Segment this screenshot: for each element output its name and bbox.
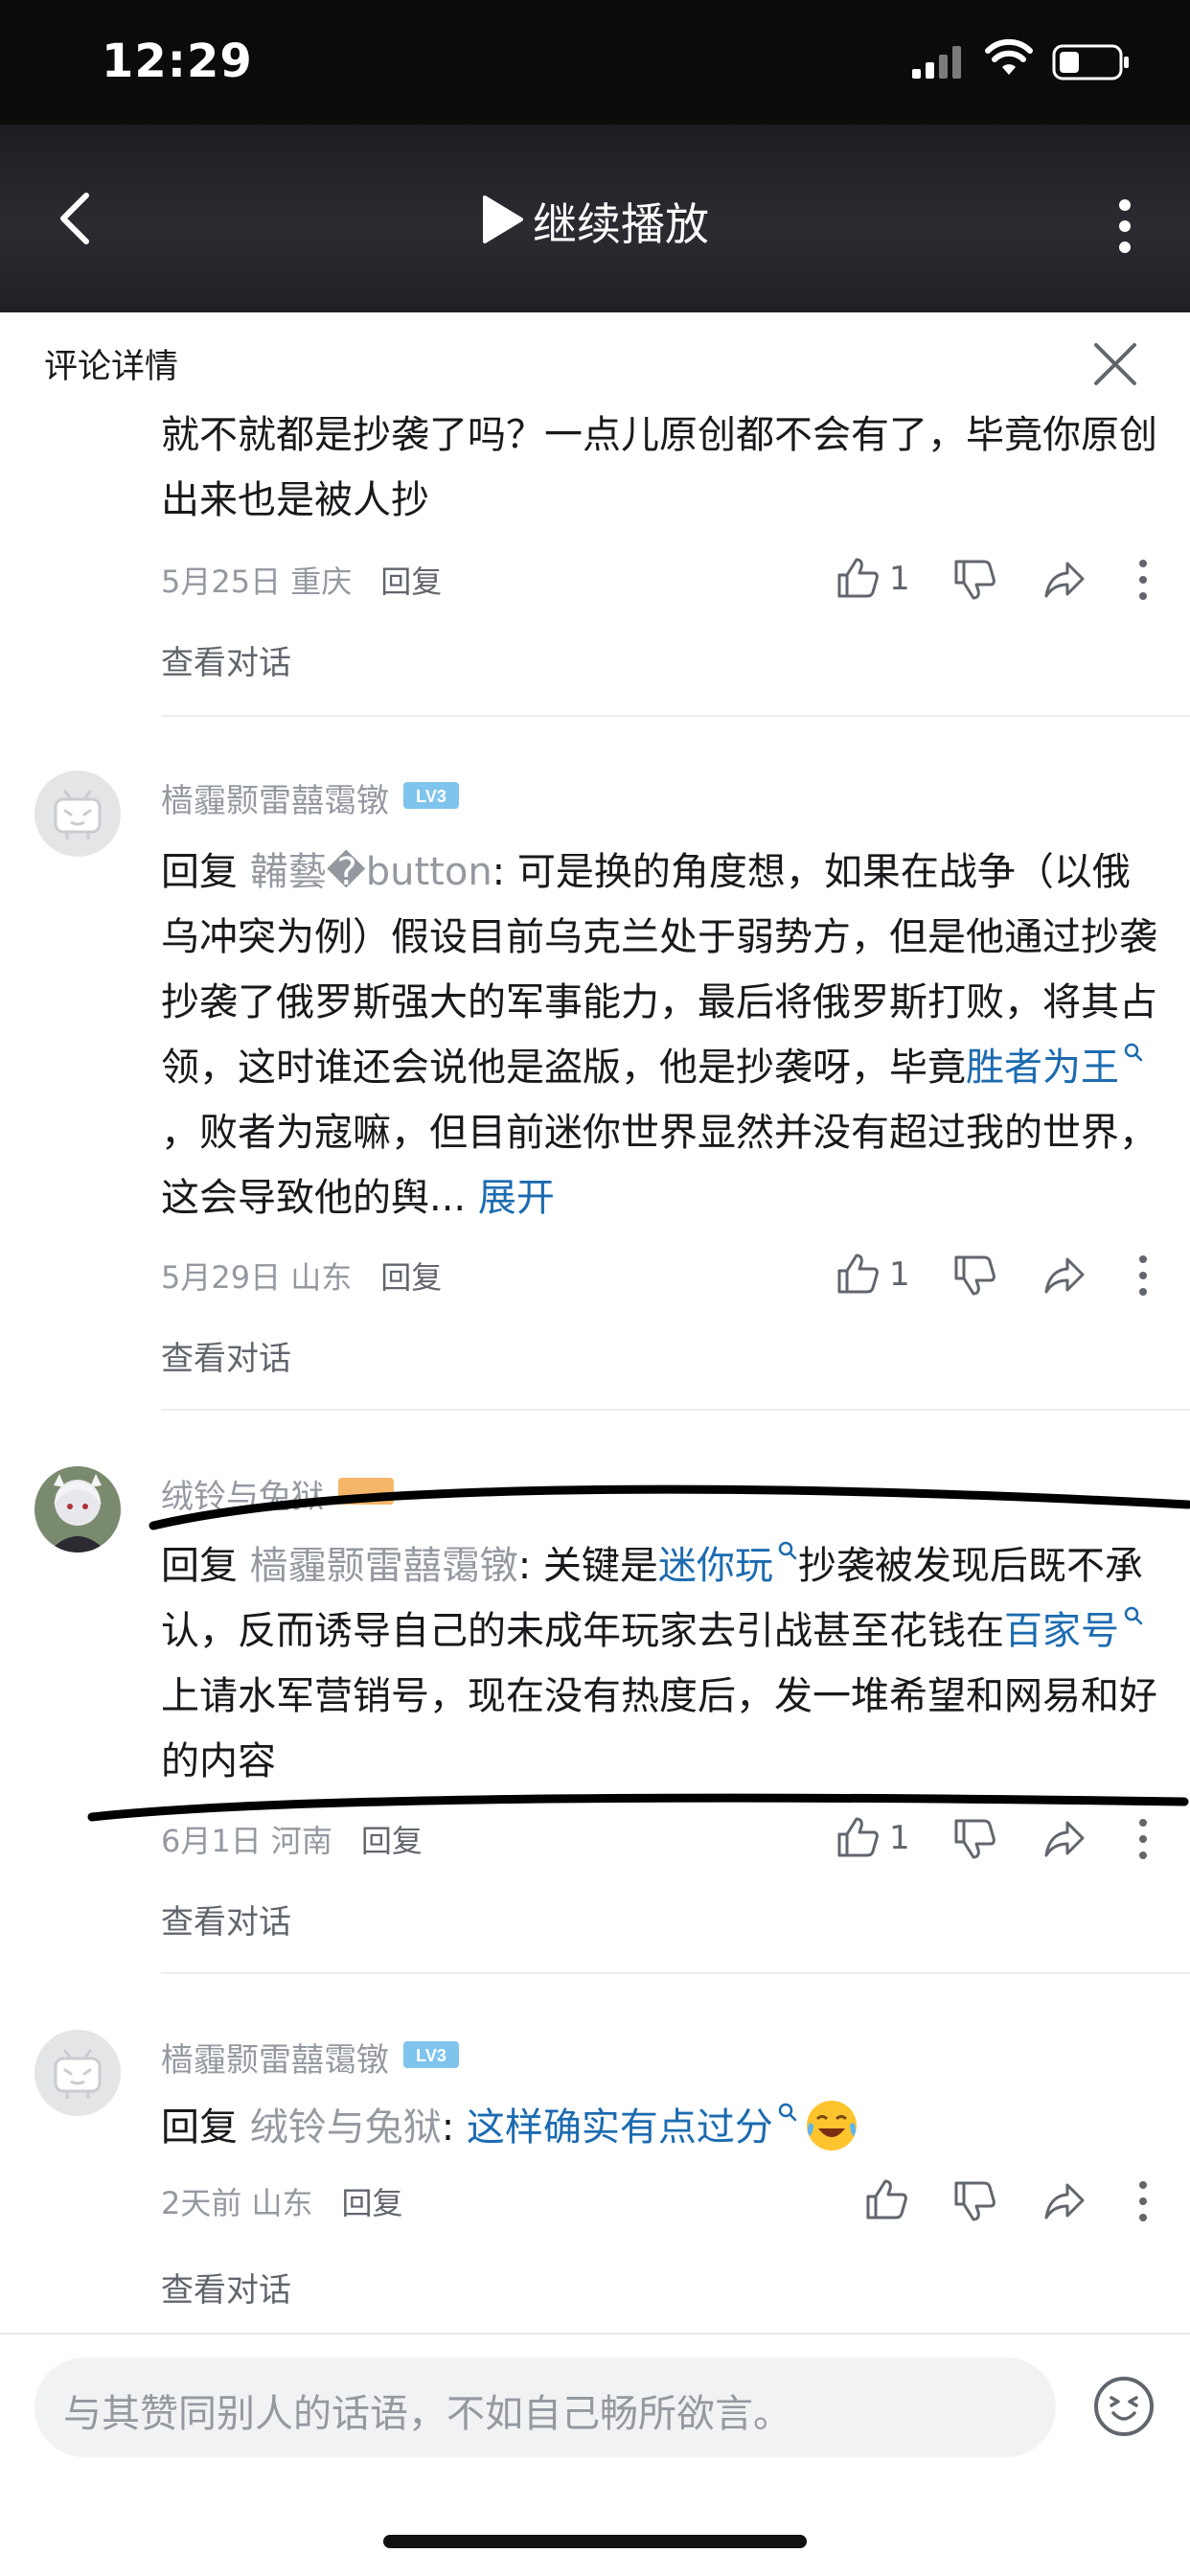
more-options-icon[interactable] [1113,197,1136,255]
comment-meta: 5月25日 重庆 回复 [161,558,442,602]
share-icon[interactable] [1042,558,1087,602]
view-conversation-link[interactable]: 查看对话 [161,1896,291,1943]
like-count: 1 [889,1819,910,1857]
comment-text: 回复 韛藝�button: 可是换的角度想，如果在战争（以俄乌冲突为例）假设目前… [161,850,1157,1220]
reply-prefix: 回复 [161,1544,238,1588]
status-bar: 12:29 [0,0,1190,125]
level-badge-icon: LV3 [403,2041,459,2068]
comment-body: ，败者为寇嘛，但目前迷你世界显然并没有超过我的世界，这会导致他的舆... [161,1111,1157,1220]
search-icon [1124,1606,1143,1625]
thumbs-down-icon[interactable] [952,558,996,602]
thumbs-up-icon[interactable] [864,2177,908,2221]
reply-button[interactable]: 回复 [342,2185,403,2221]
share-icon[interactable] [1042,1254,1087,1298]
view-conversation-link[interactable]: 查看对话 [161,636,291,683]
comment-more-icon[interactable] [1136,1254,1150,1298]
level-badge-icon [338,1478,394,1505]
comment-text: 回复 樯霾颢雷囍霭镦: 关键是迷你玩 抄袭被发现后既不承认，反而诱导自己的未成年玩… [161,1533,1157,1794]
comment-more-icon[interactable] [1136,1817,1150,1861]
comment-body: 关键是 [542,1544,658,1588]
comment-date-location: 5月29日 山东 [161,1259,353,1296]
comment-body: 上请水军营销号，现在没有热度后，发一堆希望和网易和好的内容 [161,1674,1157,1783]
default-avatar-icon [34,770,121,857]
default-avatar-icon [34,2030,121,2116]
reply-button[interactable]: 回复 [361,1823,423,1859]
play-icon[interactable] [479,194,525,245]
expand-link[interactable]: 展开 [478,1176,555,1220]
comment-text: 回复 绒铃与兔狱: 这样确实有点过分 [161,2095,1157,2160]
comment-date-location: 2天前 山东 [161,2185,313,2221]
continue-playback-button[interactable]: 继续播放 [533,190,709,253]
like-count: 1 [889,560,910,598]
thumbs-down-icon[interactable] [952,1817,996,1861]
battery-icon [1052,44,1129,80]
comment-more-icon[interactable] [1136,558,1150,602]
reply-button[interactable]: 回复 [380,564,442,600]
comment-input[interactable]: 与其赞同别人的话语，不如自己畅所欲言。 [34,2358,1056,2457]
share-icon[interactable] [1042,2179,1087,2223]
avatar[interactable] [34,770,121,857]
anime-avatar-icon [34,1466,121,1552]
thumbs-down-icon[interactable] [952,1254,996,1298]
comment-divider [161,715,1190,717]
search-link[interactable]: 这样确实有点过分 [467,2103,798,2150]
input-divider [0,2333,1190,2334]
comment-meta: 2天前 山东 回复 [161,2179,403,2223]
comment-username[interactable]: 樯霾颢雷囍霭镦 LV3 [161,774,460,821]
comment-divider [161,1409,1190,1411]
comment-text: 就不就都是抄袭了吗？一点儿原创都不会有了，毕竟你原创出来也是被人抄 [161,413,1157,522]
reply-prefix: 回复 [161,850,238,894]
like-count: 1 [889,1255,910,1294]
wifi-icon [985,38,1033,75]
thumbs-up-icon[interactable] [835,556,880,600]
reply-to-username[interactable]: 绒铃与兔狱 [250,2105,442,2150]
close-icon[interactable] [1090,339,1140,389]
thumbs-up-icon[interactable] [835,1815,880,1859]
thumbs-down-icon[interactable] [952,2179,996,2223]
panel-title: 评论详情 [44,348,179,386]
comment-divider [161,1972,1190,1974]
cellular-signal-icon [912,46,961,79]
comment-meta: 5月29日 山东 回复 [161,1254,442,1298]
search-link[interactable]: 胜者为王 [966,1043,1144,1090]
comment-actions: 1 [824,1811,1169,1865]
search-link[interactable]: 迷你玩 [658,1541,798,1588]
comment-actions: 1 [824,1248,1169,1301]
comment-username[interactable]: 绒铃与兔狱 [161,1470,395,1517]
comment-date-location: 6月1日 河南 [161,1823,332,1859]
username-text: 绒铃与兔狱 [161,1478,324,1516]
search-icon [778,1541,797,1560]
comment-date-location: 5月25日 重庆 [161,564,353,600]
username-text: 樯霾颢雷囍霭镦 [161,2041,389,2080]
svg-text:LV3: LV3 [416,787,446,806]
comment-actions: 1 [824,552,1169,606]
back-icon[interactable] [48,190,105,247]
comment-meta: 6月1日 河南 回复 [161,1817,423,1861]
reply-prefix: 回复 [161,2105,238,2150]
search-link[interactable]: 百家号 [1004,1606,1144,1653]
reply-to-username[interactable]: 韛藝�button [250,850,492,894]
thumbs-up-icon[interactable] [835,1252,880,1296]
avatar[interactable] [34,2030,121,2116]
status-time: 12:29 [102,34,253,88]
view-conversation-link[interactable]: 查看对话 [161,1332,291,1379]
home-indicator[interactable] [383,2535,807,2548]
share-icon[interactable] [1042,1817,1087,1861]
search-icon [1124,1043,1143,1062]
view-conversation-link[interactable]: 查看对话 [161,2264,291,2311]
search-icon [778,2103,797,2122]
avatar[interactable] [34,1466,121,1552]
crying-laughing-emoji-icon [806,2101,857,2150]
comment-username[interactable]: 樯霾颢雷囍霭镦 LV3 [161,2034,460,2081]
video-header: 继续播放 [0,125,1190,312]
comment-more-icon[interactable] [1136,2179,1150,2223]
reply-button[interactable]: 回复 [380,1259,442,1296]
username-text: 樯霾颢雷囍霭镦 [161,782,389,820]
level-badge-icon: LV3 [403,782,459,809]
svg-text:LV3: LV3 [416,2046,446,2065]
comment-actions [824,2174,1169,2227]
emoji-picker-icon[interactable] [1092,2375,1156,2438]
reply-to-username[interactable]: 樯霾颢雷囍霭镦 [250,1544,518,1588]
